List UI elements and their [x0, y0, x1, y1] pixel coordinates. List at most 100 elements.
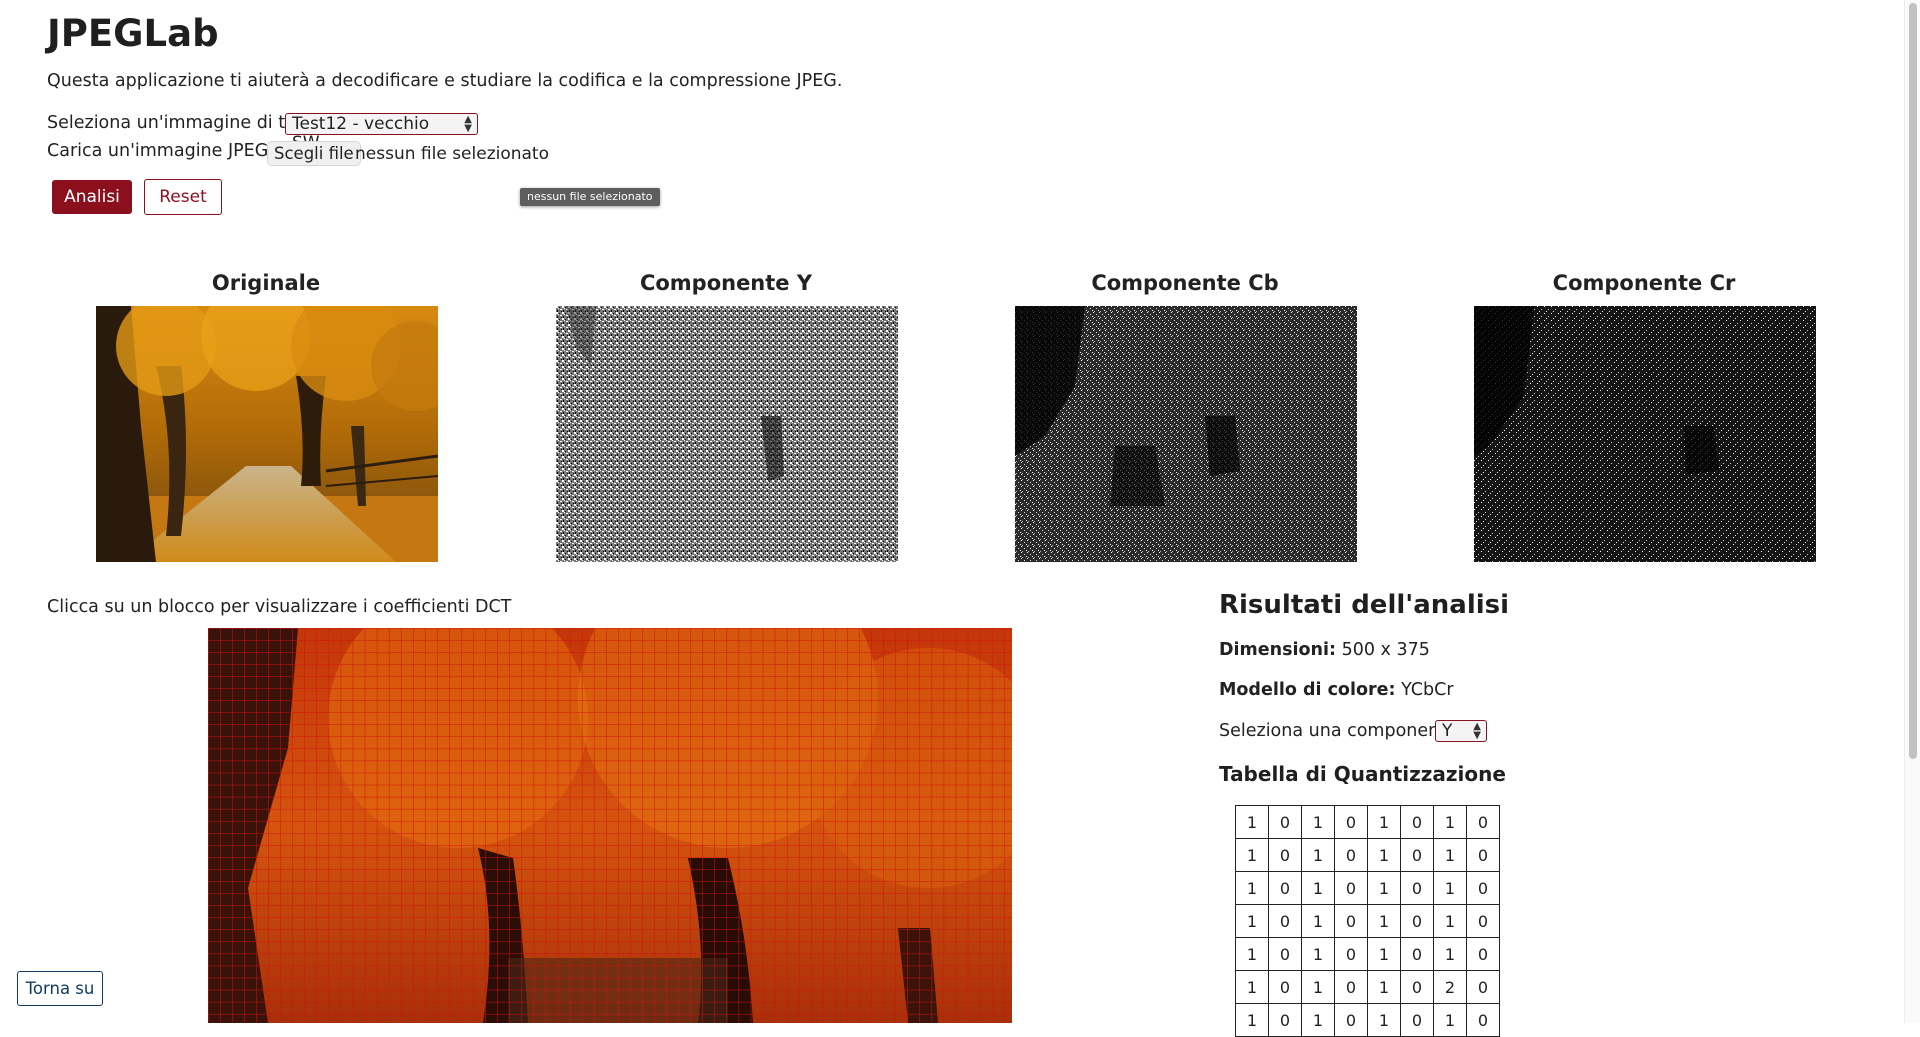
quant-cell: 1 [1301, 904, 1335, 938]
quant-cell: 1 [1367, 838, 1401, 872]
back-to-top-button[interactable]: Torna su [17, 971, 103, 1006]
page-scrollbar[interactable] [1904, 0, 1920, 1023]
quant-cell: 0 [1334, 904, 1368, 938]
component-select-value: Y [1442, 721, 1453, 741]
dimensions-label: Dimensioni: [1219, 640, 1336, 660]
quant-cell: 1 [1301, 805, 1335, 839]
quant-row: 10101020 [1235, 970, 1500, 1004]
quant-cell: 1 [1235, 937, 1269, 971]
quant-cell: 1 [1235, 871, 1269, 905]
quant-row: 10101010 [1235, 871, 1500, 905]
original-title: Originale [211, 271, 321, 295]
quant-row: 10101010 [1235, 838, 1500, 872]
quant-cell: 1 [1367, 871, 1401, 905]
quant-table-heading: Tabella di Quantizzazione [1219, 762, 1506, 786]
file-tooltip: nessun file selezionato [520, 188, 660, 206]
quant-cell: 1 [1433, 838, 1467, 872]
quant-cell: 1 [1301, 970, 1335, 1004]
quant-cell: 0 [1334, 871, 1368, 905]
quant-cell: 2 [1433, 970, 1467, 1004]
quant-cell: 0 [1466, 871, 1500, 905]
quant-cell: 0 [1400, 970, 1434, 1004]
quant-cell: 1 [1433, 904, 1467, 938]
quant-cell: 1 [1367, 1003, 1401, 1037]
quant-cell: 0 [1334, 838, 1368, 872]
analyze-button[interactable]: Analisi [52, 180, 132, 214]
color-model-value: YCbCr [1401, 680, 1454, 700]
quant-cell: 1 [1301, 871, 1335, 905]
quant-cell: 1 [1433, 871, 1467, 905]
quant-cell: 0 [1466, 970, 1500, 1004]
quant-cell: 0 [1268, 838, 1302, 872]
quant-cell: 0 [1400, 937, 1434, 971]
y-component-image [556, 306, 898, 562]
quant-cell: 0 [1334, 1003, 1368, 1037]
quant-cell: 0 [1334, 937, 1368, 971]
quant-cell: 1 [1433, 937, 1467, 971]
component-select-label: Seleziona una componente: [1219, 721, 1463, 741]
file-status: nessun file selezionato [355, 144, 549, 164]
quant-cell: 0 [1400, 904, 1434, 938]
original-image [96, 306, 438, 562]
quant-cell: 0 [1466, 904, 1500, 938]
quant-cell: 1 [1367, 904, 1401, 938]
choose-file-button[interactable]: Scegli file [267, 141, 361, 166]
cr-component-image [1474, 306, 1816, 562]
quant-cell: 1 [1235, 805, 1269, 839]
quant-cell: 0 [1268, 937, 1302, 971]
reset-button[interactable]: Reset [144, 179, 222, 215]
quant-cell: 1 [1235, 838, 1269, 872]
quant-cell: 0 [1466, 838, 1500, 872]
quant-cell: 0 [1268, 871, 1302, 905]
test-image-label: Seleziona un'immagine di test: [47, 113, 318, 133]
quant-cell: 1 [1301, 1003, 1335, 1037]
color-model-field: Modello di colore: YCbCr [1219, 680, 1454, 700]
dct-block-grid[interactable] [208, 628, 1012, 1023]
quant-cell: 0 [1334, 970, 1368, 1004]
quant-cell: 0 [1466, 805, 1500, 839]
scrollbar-thumb[interactable] [1909, 3, 1917, 759]
quant-cell: 0 [1400, 871, 1434, 905]
cb-component-image [1015, 306, 1357, 562]
color-model-label: Modello di colore: [1219, 680, 1396, 700]
quant-cell: 0 [1466, 937, 1500, 971]
upload-label: Carica un'immagine JPEG: [47, 141, 275, 161]
quant-row: 10101010 [1235, 937, 1500, 971]
test-image-select[interactable]: Test12 - vecchio SW ▲▼ [285, 113, 478, 153]
quant-cell: 1 [1301, 838, 1335, 872]
quant-cell: 0 [1268, 904, 1302, 938]
select-arrows-icon: ▲ ▼ [1473, 721, 1481, 741]
quant-cell: 1 [1301, 937, 1335, 971]
dimensions-field: Dimensioni: 500 x 375 [1219, 640, 1430, 660]
quant-cell: 1 [1433, 805, 1467, 839]
quant-cell: 0 [1400, 805, 1434, 839]
quant-cell: 0 [1268, 1003, 1302, 1037]
quant-cell: 0 [1268, 805, 1302, 839]
quant-row: 10101010 [1235, 805, 1500, 839]
quant-cell: 1 [1367, 805, 1401, 839]
quant-cell: 0 [1400, 1003, 1434, 1037]
quant-cell: 0 [1466, 1003, 1500, 1037]
select-arrows-icon: ▲ ▼ [464, 114, 472, 134]
quant-cell: 0 [1268, 970, 1302, 1004]
results-heading: Risultati dell'analisi [1219, 590, 1510, 620]
quant-cell: 1 [1235, 1003, 1269, 1037]
quant-cell: 1 [1367, 970, 1401, 1004]
quant-cell: 1 [1433, 1003, 1467, 1037]
quantization-table: 1010101010101010101010101010101010101010… [1235, 805, 1500, 1037]
quant-cell: 0 [1334, 805, 1368, 839]
y-component-title: Componente Y [639, 271, 813, 295]
app-subtitle: Questa applicazione ti aiuterà a decodif… [47, 71, 843, 91]
quant-cell: 1 [1235, 904, 1269, 938]
quant-cell: 0 [1400, 838, 1434, 872]
dct-hint: Clicca su un blocco per visualizzare i c… [47, 597, 512, 617]
quant-cell: 1 [1367, 937, 1401, 971]
cr-component-title: Componente Cr [1552, 271, 1736, 295]
quant-cell: 1 [1235, 970, 1269, 1004]
cb-component-title: Componente Cb [1091, 271, 1279, 295]
quant-row: 10101010 [1235, 904, 1500, 938]
component-select[interactable]: Y ▲ ▼ [1435, 720, 1487, 742]
dimensions-value: 500 x 375 [1341, 640, 1430, 660]
app-title: JPEGLab [47, 12, 219, 55]
quant-row: 10101010 [1235, 1003, 1500, 1037]
